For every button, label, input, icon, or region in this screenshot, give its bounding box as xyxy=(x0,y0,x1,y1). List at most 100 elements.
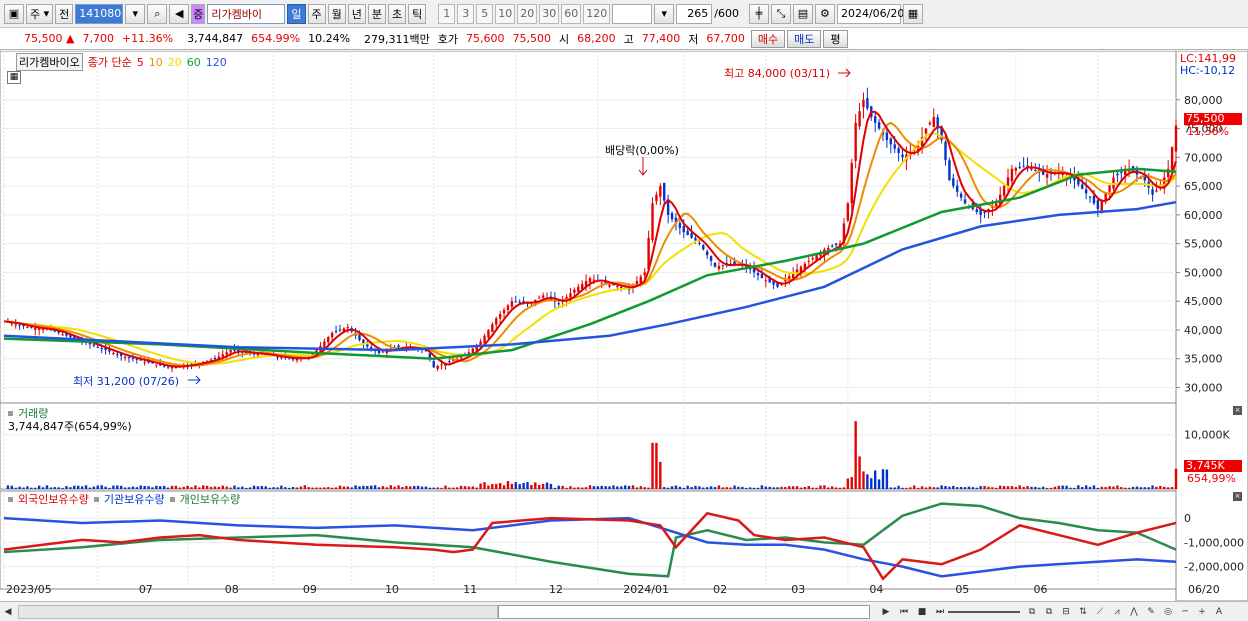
volume-bar xyxy=(791,486,795,489)
fib-icon[interactable]: ⋀ xyxy=(1126,604,1142,620)
line-tool-icon[interactable]: ⟋ xyxy=(1092,604,1108,620)
brush-icon[interactable]: ✎ xyxy=(1143,604,1159,620)
chart-area[interactable]: 2023/05 07 08 09 10 11 12 2024/01 02 03 04 05 06 06/2… xyxy=(0,51,1248,601)
sell-button[interactable]: 매도 xyxy=(787,29,822,48)
volume-bar xyxy=(784,487,787,489)
font-icon[interactable]: A xyxy=(1211,604,1227,620)
avg-button[interactable]: 평 xyxy=(823,29,848,48)
period-second[interactable]: 초 xyxy=(388,3,407,24)
layout-icon[interactable]: ⧉ xyxy=(1024,604,1040,620)
volume-bar xyxy=(409,486,412,489)
volume-bar xyxy=(57,487,60,489)
candle-body xyxy=(764,280,767,282)
buy-button[interactable]: 매수 xyxy=(750,29,786,48)
scroll-left-icon[interactable]: ◀ xyxy=(0,604,16,620)
magnet-icon[interactable]: ◎ xyxy=(1160,604,1176,620)
grid-toggle-icon[interactable]: ▦ xyxy=(7,71,21,84)
interval-60[interactable]: 60 xyxy=(561,3,582,24)
period-week[interactable]: 주 xyxy=(307,3,326,24)
volume-bar xyxy=(1061,485,1064,489)
volume-bar xyxy=(1124,487,1127,489)
scrollbar[interactable]: ◀ ▶ ⏮ ■ ⏭ ⧉ ⧉ ⊟ ⇅ ⟋ ⩘ ⋀ ✎ ◎ ─ + A xyxy=(0,601,1248,621)
candle-body xyxy=(123,356,127,358)
interval-1[interactable]: 1 xyxy=(438,3,456,24)
close-holding-panel-icon[interactable]: × xyxy=(1233,492,1242,501)
volume-bar xyxy=(88,487,92,489)
candle-body xyxy=(14,324,17,326)
trend-icon[interactable]: ⩘ xyxy=(1109,604,1125,620)
period-year[interactable]: 년 xyxy=(347,3,366,24)
copy-icon[interactable]: ⧉ xyxy=(1041,604,1057,620)
rewind-icon[interactable]: ⏮ xyxy=(896,604,912,620)
volume-value-label: 3,744,847주(654,99%) xyxy=(8,420,132,433)
date-input[interactable]: 2024/06/20 xyxy=(836,3,904,24)
split-icon[interactable]: ⊟ xyxy=(1058,604,1074,620)
scroll-track[interactable] xyxy=(18,604,498,619)
code-dropdown-icon[interactable]: ▾ xyxy=(125,3,146,24)
gear-icon[interactable]: ⚙ xyxy=(814,3,835,24)
volume-bar xyxy=(1131,486,1135,489)
forward-icon[interactable]: ⏭ xyxy=(932,604,948,620)
mode-select[interactable]: 전 xyxy=(55,3,74,24)
main-toolbar: ▣ 주 ▾ 전 141080 ▾ ⌕ ◀ 증 리가켐바이 일 주 월 년 분 초… xyxy=(0,0,1248,28)
low-value: 67,700 xyxy=(706,32,745,45)
volume-bar xyxy=(834,487,838,489)
volume-bar xyxy=(194,485,197,489)
volume-bar xyxy=(682,487,685,489)
search-icon[interactable]: ⌕ xyxy=(147,3,168,24)
count-max: /600 xyxy=(714,7,739,20)
period-minute[interactable]: 분 xyxy=(367,3,387,24)
interval-120[interactable]: 120 xyxy=(583,3,611,24)
period-day[interactable]: 일 xyxy=(287,3,306,24)
x-tick-label: 04 xyxy=(869,583,883,596)
zoom-in-icon[interactable]: + xyxy=(1194,604,1210,620)
candle-icon[interactable]: ╪ xyxy=(748,3,769,24)
volume-bar xyxy=(1038,487,1041,489)
stock-name-field[interactable]: 리가켐바이 xyxy=(207,3,286,24)
stock-name-label[interactable]: 리가켐바이오 xyxy=(16,53,83,71)
zoom-out-icon[interactable]: ─ xyxy=(1177,604,1193,620)
count-input[interactable]: 265 xyxy=(676,3,713,24)
volume-bar xyxy=(1120,487,1123,489)
scroll-right-icon[interactable]: ▶ xyxy=(878,604,894,620)
volume-bar xyxy=(760,485,764,489)
compare-icon[interactable]: ⇅ xyxy=(1075,604,1091,620)
calendar-icon[interactable]: ▦ xyxy=(902,3,923,24)
interval-10[interactable]: 10 xyxy=(495,3,516,24)
custom-interval-input[interactable] xyxy=(612,3,653,24)
volume-bar xyxy=(592,486,596,489)
code-input[interactable]: 141080 xyxy=(75,3,124,24)
volume-bar xyxy=(428,487,432,489)
interval-5[interactable]: 5 xyxy=(476,3,494,24)
save-icon[interactable]: ▤ xyxy=(792,3,813,24)
volume-bar xyxy=(553,487,557,489)
period-tick[interactable]: 틱 xyxy=(408,3,427,24)
zoom-slider[interactable] xyxy=(948,611,1020,613)
volume-bar xyxy=(686,485,689,489)
interval-dropdown-icon[interactable]: ▾ xyxy=(654,3,675,24)
chart-svg[interactable]: 2023/05 07 08 09 10 11 12 2024/01 02 03 04 05 06 06/2… xyxy=(0,51,1248,601)
close-volume-panel-icon[interactable]: × xyxy=(1233,406,1242,415)
ma-120-legend: 120 xyxy=(205,55,227,69)
window-menu-icon[interactable]: ▣ xyxy=(4,3,24,24)
volume-bar xyxy=(612,485,615,489)
candle-body xyxy=(944,141,947,161)
scroll-thumb[interactable] xyxy=(498,604,870,619)
bid-value: 75,600 xyxy=(466,32,505,45)
speaker-icon[interactable]: ◀ xyxy=(169,3,190,24)
market-select[interactable]: 주 ▾ xyxy=(26,3,54,24)
volume-bar xyxy=(155,485,158,489)
candle-body xyxy=(131,357,135,359)
x-tick-label: 05 xyxy=(955,583,969,596)
volume-bar xyxy=(112,485,115,489)
volume-bar xyxy=(971,487,975,489)
volume-bar xyxy=(959,486,963,489)
chart-edit-icon[interactable]: ⤡ xyxy=(770,3,791,24)
volume-bar xyxy=(327,487,330,489)
interval-30[interactable]: 30 xyxy=(539,3,560,24)
candle-body xyxy=(620,286,623,289)
interval-3[interactable]: 3 xyxy=(457,3,475,24)
stop-icon[interactable]: ■ xyxy=(914,604,930,620)
period-month[interactable]: 월 xyxy=(327,3,346,24)
interval-20[interactable]: 20 xyxy=(517,3,538,24)
